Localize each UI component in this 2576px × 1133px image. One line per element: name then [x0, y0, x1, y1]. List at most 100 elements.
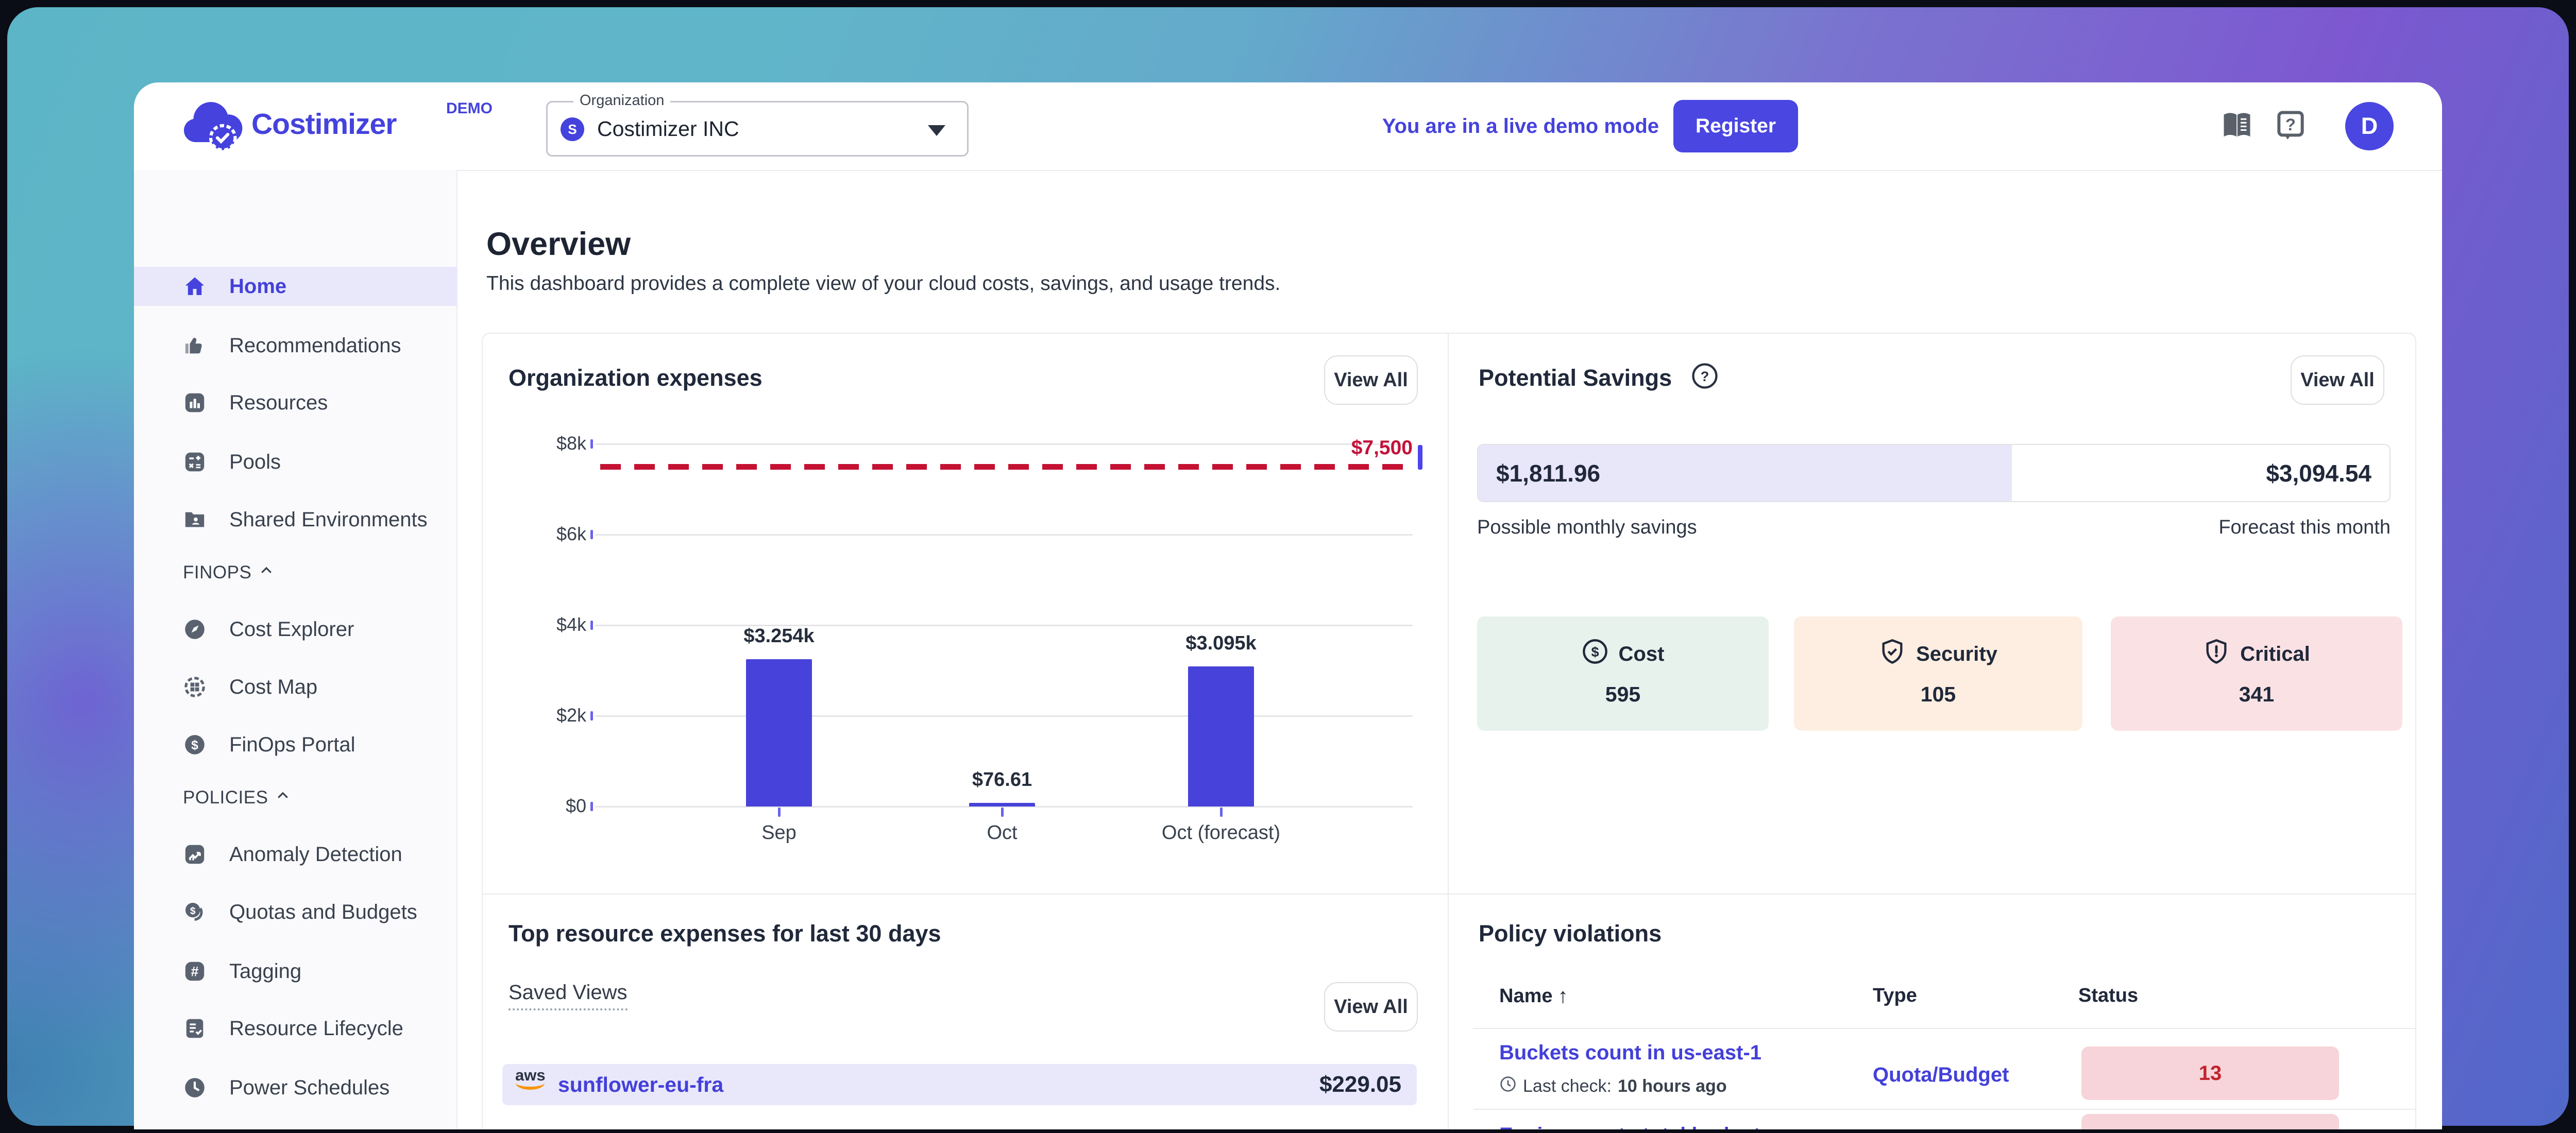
- resource-row[interactable]: aws sunflower-eu-fra $229.05: [502, 1064, 1417, 1105]
- sidebar-item-label: Power Schedules: [229, 1076, 389, 1100]
- savings-chip-security[interactable]: Security 105: [1794, 616, 2082, 731]
- register-button[interactable]: Register: [1673, 100, 1798, 152]
- sidebar-item-finops-portal[interactable]: $ FinOps Portal: [134, 725, 457, 764]
- policy-table-divider: [1473, 1109, 2416, 1110]
- sidebar-item-recommendations[interactable]: Recommendations: [134, 326, 457, 365]
- org-expenses-view-all-button[interactable]: View All: [1324, 355, 1418, 405]
- help-icon[interactable]: ?: [2273, 108, 2308, 143]
- globe-icon: [183, 675, 207, 699]
- clock-icon: [183, 1076, 207, 1100]
- chip-label: Cost: [1619, 643, 1665, 666]
- saved-views-link[interactable]: Saved Views: [509, 981, 628, 1010]
- book-icon[interactable]: [2219, 108, 2255, 143]
- anomaly-chart-icon: [183, 843, 207, 866]
- potential-savings-title: Potential Savings: [1479, 365, 1672, 391]
- sidebar-item-label: Cost Explorer: [229, 618, 354, 641]
- chart-bar[interactable]: [1188, 666, 1254, 806]
- shield-alert-icon: [2203, 638, 2230, 670]
- folder-user-icon: [183, 508, 207, 531]
- sidebar-item-label: FinOps Portal: [229, 733, 355, 757]
- svg-text:$: $: [191, 738, 198, 752]
- sidebar-item-label: Resource Lifecycle: [229, 1017, 403, 1040]
- page-subtitle: This dashboard provides a complete view …: [486, 272, 1280, 295]
- chip-value: 595: [1477, 682, 1769, 707]
- sidebar-item-resource-lifecycle[interactable]: Resource Lifecycle: [134, 1009, 457, 1048]
- sidebar: Home Recommendations Resources Pools: [134, 170, 457, 1129]
- chip-value: 105: [1794, 682, 2082, 707]
- policy-column-status[interactable]: Status: [2078, 985, 2138, 1007]
- policy-column-name[interactable]: Name ↑: [1499, 985, 1568, 1008]
- topbar: Costimizer DEMO Organization S Costimize…: [134, 82, 2442, 170]
- sidebar-item-shared-environments[interactable]: Shared Environments: [134, 500, 457, 539]
- dollar-circle-icon: $: [183, 733, 207, 757]
- sort-ascending-icon: ↑: [1558, 985, 1568, 1008]
- user-avatar[interactable]: D: [2345, 102, 2394, 150]
- forecast-label: Forecast this month: [1989, 517, 2391, 539]
- organization-select[interactable]: Organization S Costimizer INC: [546, 101, 969, 157]
- policy-column-type[interactable]: Type: [1873, 985, 1917, 1007]
- policy-table-divider: [1473, 1028, 2416, 1029]
- policy-last-check: Last check: 10 hours ago: [1499, 1075, 1727, 1097]
- organization-select-value: Costimizer INC: [597, 102, 739, 155]
- grid-vertical-divider: [1448, 333, 1449, 1129]
- sidebar-item-tagging[interactable]: # Tagging: [134, 952, 457, 991]
- column-label: Name: [1499, 985, 1553, 1007]
- brand-name: Costimizer: [251, 107, 396, 141]
- sidebar-item-cost-explorer[interactable]: Cost Explorer: [134, 610, 457, 649]
- chart-bar[interactable]: [969, 803, 1035, 806]
- sidebar-item-label: Shared Environments: [229, 508, 428, 531]
- screen: Costimizer DEMO Organization S Costimize…: [0, 0, 2576, 1133]
- sidebar-item-pools[interactable]: Pools: [134, 442, 457, 482]
- savings-chip-critical[interactable]: Critical 341: [2111, 616, 2402, 731]
- org-expenses-title: Organization expenses: [509, 365, 762, 391]
- sidebar-item-label: Home: [229, 275, 286, 298]
- thumbs-up-icon: [183, 334, 207, 357]
- savings-chip-cost[interactable]: $ Cost 595: [1477, 616, 1769, 731]
- sidebar-item-cost-map[interactable]: Cost Map: [134, 667, 457, 707]
- sidebar-item-anomaly-detection[interactable]: Anomaly Detection: [134, 835, 457, 874]
- sidebar-item-label: Tagging: [229, 960, 301, 983]
- sidebar-section-finops[interactable]: FINOPS: [183, 562, 274, 583]
- column-label: Type: [1873, 985, 1917, 1007]
- potential-savings-view-all-button[interactable]: View All: [2291, 355, 2384, 405]
- policy-name-link[interactable]: Environments total budget: [1499, 1124, 1760, 1129]
- sidebar-section-label: FINOPS: [183, 562, 251, 583]
- sidebar-item-resources[interactable]: Resources: [134, 383, 457, 422]
- sidebar-item-quotas-and-budgets[interactable]: $ Quotas and Budgets: [134, 892, 457, 932]
- chevron-up-icon: [259, 562, 274, 583]
- coins-icon: $: [183, 900, 207, 924]
- dollar-circle-icon: $: [1582, 638, 1608, 670]
- chip-label: Critical: [2240, 643, 2310, 666]
- sidebar-item-home[interactable]: Home: [134, 267, 457, 306]
- resource-name-link[interactable]: sunflower-eu-fra: [558, 1064, 723, 1105]
- grid-horizontal-divider: [482, 894, 2416, 895]
- brand-demo-badge: DEMO: [446, 100, 493, 117]
- svg-text:?: ?: [1701, 369, 1709, 384]
- caret-down-icon: [928, 125, 945, 136]
- aws-swoosh: [516, 1083, 545, 1090]
- sidebar-item-label: Quotas and Budgets: [229, 901, 417, 924]
- chart-bar[interactable]: [746, 659, 812, 806]
- clock-small-icon: [1499, 1075, 1517, 1097]
- shield-check-icon: [1879, 638, 1906, 670]
- sidebar-item-label: Resources: [229, 391, 328, 415]
- chip-value: 341: [2111, 682, 2402, 707]
- sidebar-item-power-schedules[interactable]: Power Schedules: [134, 1068, 457, 1107]
- chevron-up-icon: [275, 787, 291, 808]
- svg-text:#: #: [191, 964, 199, 980]
- app-window: Costimizer DEMO Organization S Costimize…: [134, 82, 2442, 1129]
- last-check-value: 10 hours ago: [1618, 1076, 1727, 1096]
- aws-icon: aws: [515, 1068, 546, 1090]
- resource-amount: $229.05: [1319, 1064, 1401, 1105]
- policy-type[interactable]: Quota/Budget: [1873, 1063, 2009, 1087]
- savings-progress-bar: $1,811.96 $3,094.54: [1477, 444, 2391, 502]
- policy-name-link[interactable]: Buckets count in us-east-1: [1499, 1041, 1761, 1065]
- chart-right-marker: [1418, 445, 1422, 470]
- svg-text:$: $: [1591, 644, 1599, 660]
- question-circle-icon[interactable]: ?: [1691, 362, 1719, 390]
- sidebar-section-policies[interactable]: POLICIES: [183, 787, 291, 808]
- policy-status-badge: 13: [2081, 1046, 2339, 1100]
- chip-label: Security: [1916, 643, 1997, 666]
- page-title: Overview: [486, 226, 631, 263]
- top-resources-view-all-button[interactable]: View All: [1324, 982, 1418, 1032]
